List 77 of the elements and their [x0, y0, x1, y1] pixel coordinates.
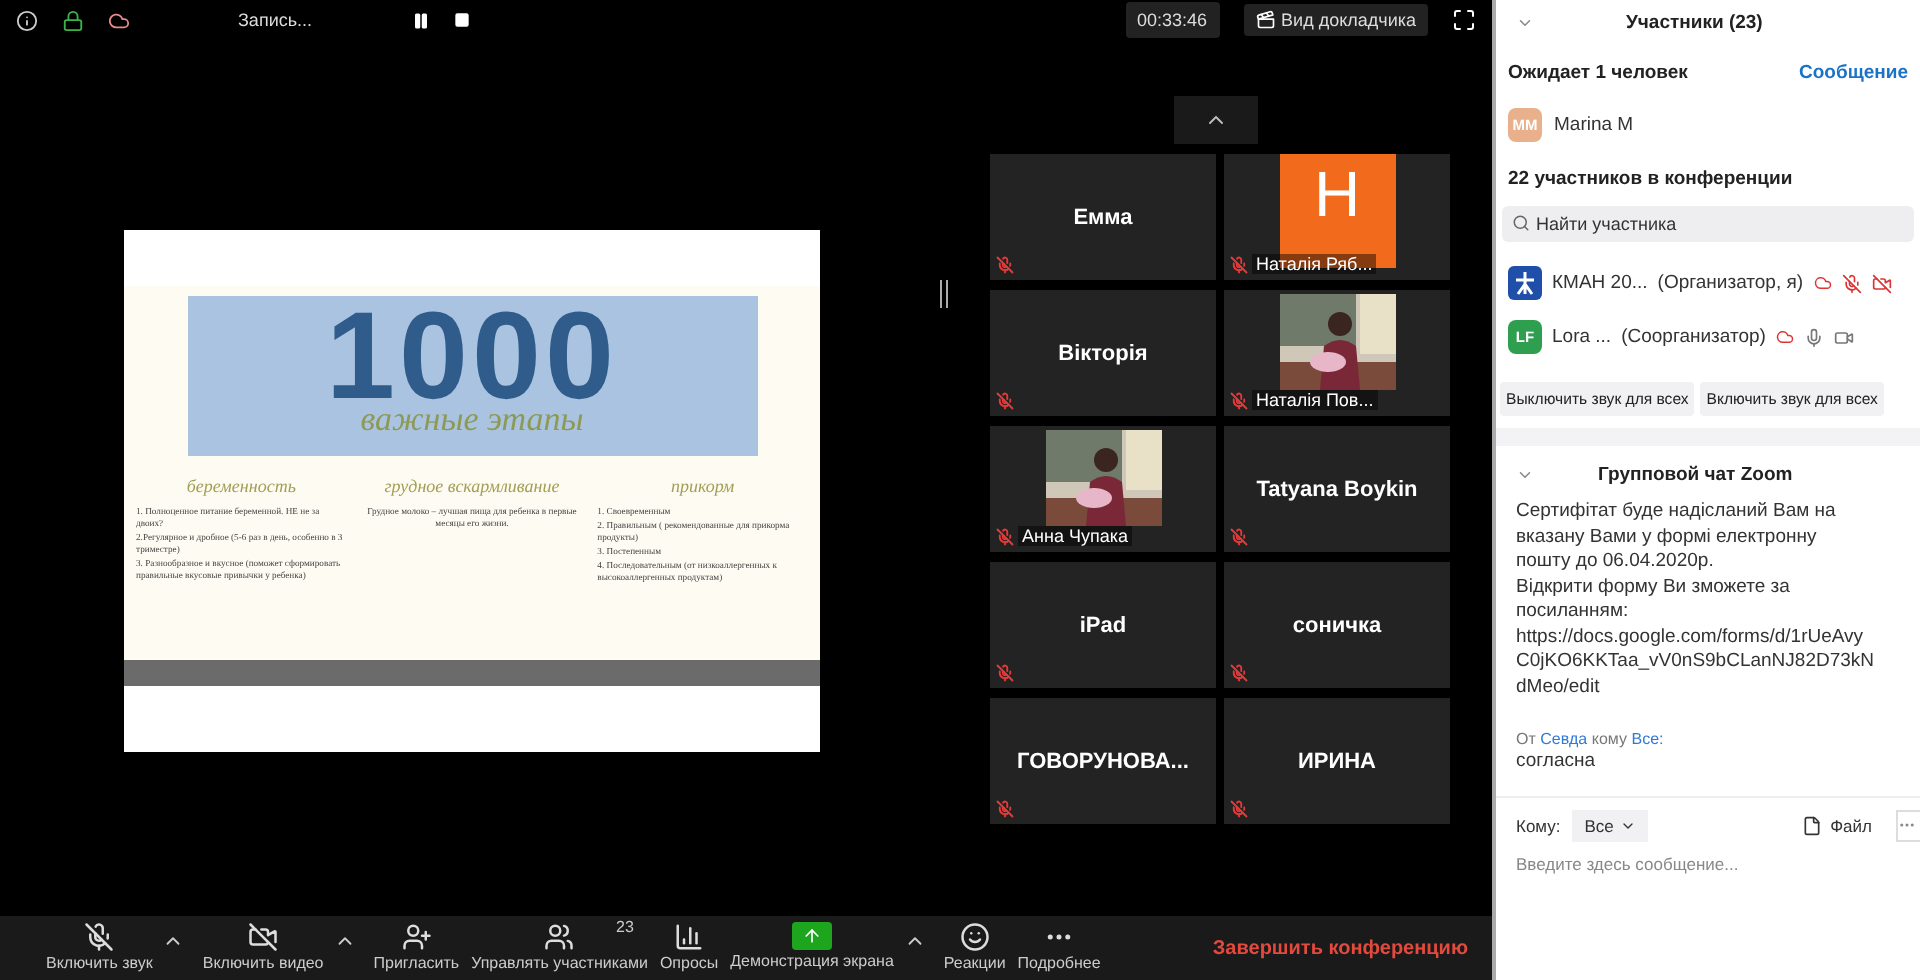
participant-name: Marina M: [1554, 114, 1634, 136]
video-icon[interactable]: [1833, 327, 1854, 347]
video-tile[interactable]: H Наталія Ряб...: [1224, 154, 1450, 280]
fullscreen-icon[interactable]: [1452, 8, 1476, 32]
slide-column-heading: беременность: [186, 476, 296, 496]
participant-role: (Соорганизатор): [1621, 326, 1766, 348]
chat-link[interactable]: https://docs.google.com/forms/d/1rUeAvyC0jKO6KKTaa_vV0nS9bCLanNJ82D73kNdMeo/edit: [1516, 625, 1876, 700]
message-sender-line: От Севда кому Все:: [1516, 730, 1664, 748]
slide-column-heading: прикорм: [670, 476, 735, 496]
recipient-label: Кому:: [1516, 815, 1561, 835]
participant-name: Наталія Пов...: [1252, 390, 1378, 410]
file-button[interactable]: Файл: [1790, 813, 1884, 837]
video-tile[interactable]: соничка: [1224, 562, 1450, 688]
resize-handle[interactable]: [940, 280, 948, 308]
chat-message: Відкрити форму Ви зможете за посиланням:: [1516, 575, 1792, 625]
slide-column-heading: грудное вскармливание: [384, 476, 560, 496]
smile-icon: [959, 922, 990, 952]
cloud-icon: [1775, 328, 1794, 346]
participant-name: iPad: [1079, 613, 1127, 637]
video-tile[interactable]: ИРИНА: [1224, 698, 1450, 824]
recipient-dropdown[interactable]: Все: [1572, 809, 1648, 841]
section-label: 22 участников в конференции: [1508, 168, 1793, 190]
toolbar-button[interactable]: Включить звук: [40, 922, 159, 972]
muted-mic-icon[interactable]: [1841, 273, 1862, 293]
toolbar-button[interactable]: Пригласить: [367, 922, 466, 972]
participant-name: ИРИНА: [1297, 749, 1377, 773]
participant-name: КМАН 20...: [1552, 272, 1648, 294]
waiting-label: Ожидает 1 человек: [1508, 62, 1688, 84]
pause-icon[interactable]: [412, 11, 431, 29]
search-icon: [1512, 214, 1530, 232]
video-off-icon[interactable]: [1871, 273, 1892, 293]
cloud-icon[interactable]: [108, 9, 130, 31]
toolbar-button[interactable]: Включить видео: [196, 922, 330, 972]
participant-name: соничка: [1292, 613, 1382, 637]
participant-name: ГОВОРУНОВА...: [1017, 749, 1189, 773]
participant-name: Наталія Ряб...: [1252, 254, 1377, 274]
toolbar-button[interactable]: Подробнее: [1011, 922, 1107, 972]
panel-title: Участники (23): [1626, 11, 1763, 33]
participant-count: 23: [616, 918, 634, 936]
video-tile[interactable]: ГОВОРУНОВА...: [990, 698, 1216, 824]
toolbar-button[interactable]: Опросы: [653, 922, 725, 972]
file-icon: [1802, 815, 1823, 835]
search-field[interactable]: Найти участника: [1502, 206, 1914, 242]
stop-icon[interactable]: [454, 12, 471, 28]
participant-name: Анна Чупака: [1018, 526, 1132, 546]
video-tile[interactable]: Емма: [990, 154, 1216, 280]
video-tile[interactable]: Вікторія: [990, 290, 1216, 416]
bar-chart-icon: [674, 922, 705, 952]
participant-name: Емма: [1073, 205, 1133, 229]
share-screen-icon: [792, 922, 833, 950]
lock-icon[interactable]: [62, 9, 84, 31]
users-icon: [544, 922, 575, 952]
participant-name: Вікторія: [1058, 341, 1148, 365]
toolbar-button[interactable]: 23 Управлять участниками: [465, 922, 654, 972]
recording-label: Запись...: [238, 10, 313, 30]
toolbar-button[interactable]: Реакции: [937, 922, 1012, 972]
video-tile[interactable]: iPad: [990, 562, 1216, 688]
view-button[interactable]: Вид докладчика: [1243, 4, 1428, 36]
participant-role: (Организатор, я): [1657, 272, 1804, 294]
video-tile[interactable]: Наталія Пов...: [1224, 290, 1450, 416]
clapperboard-icon: [1255, 10, 1276, 30]
chat-message: Сертифітат буде надісланий Вам на вказану Вами у формі електронну пошту до 06.04.2020р.: [1516, 500, 1838, 575]
mic-icon[interactable]: [1803, 327, 1824, 347]
cloud-icon: [1813, 274, 1832, 292]
end-meeting-button[interactable]: Завершить конференцию: [1200, 936, 1480, 962]
meeting-timer: 00:33:46: [1125, 2, 1220, 38]
video-tile[interactable]: Tatyana Boykin: [1224, 426, 1450, 552]
add-user-icon: [401, 922, 432, 952]
toolbar-button[interactable]: Демонстрация экрана: [724, 922, 900, 970]
video-tile[interactable]: Анна Чупака: [990, 426, 1216, 552]
chat-title: Групповой чат Zoom: [1598, 463, 1793, 485]
logo-avatar: [1508, 266, 1542, 300]
info-icon[interactable]: [16, 9, 38, 31]
message-link[interactable]: Сообщение: [1799, 62, 1908, 84]
participant-name: Lora ...: [1552, 326, 1612, 348]
chat-message: согласна: [1516, 750, 1598, 775]
participant-name: Tatyana Boykin: [1256, 477, 1418, 501]
